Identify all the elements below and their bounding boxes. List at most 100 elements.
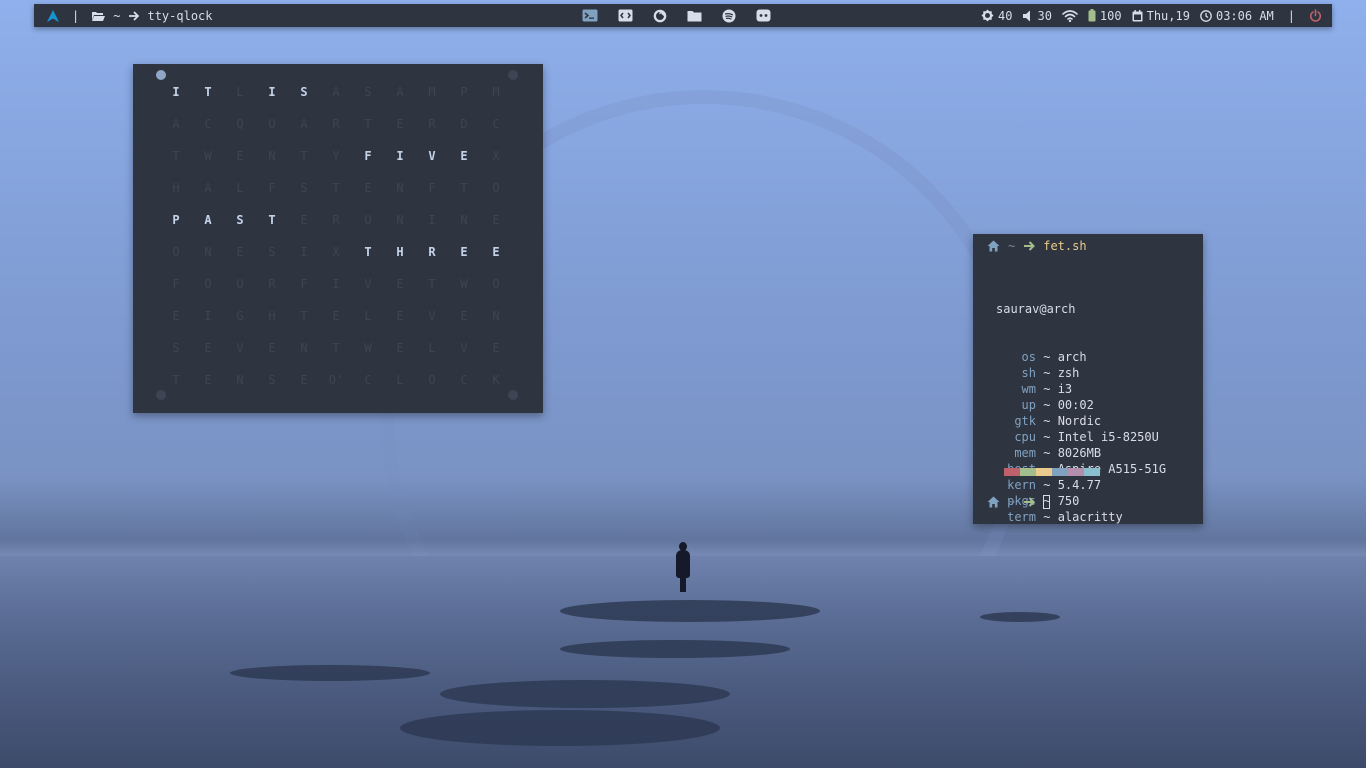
qlock-letter: S bbox=[300, 181, 308, 195]
qlock-letter: F bbox=[364, 149, 372, 163]
qlock-letter: L bbox=[364, 309, 372, 323]
qlock-letter: Q bbox=[236, 117, 244, 131]
qlock-letter: T bbox=[364, 117, 372, 131]
qlock-letter: E bbox=[492, 213, 500, 227]
firefox-icon[interactable] bbox=[653, 9, 667, 23]
qlock-letter: E bbox=[396, 341, 404, 355]
qlock-letter: C bbox=[364, 373, 372, 387]
fetch-separator: ~ bbox=[1043, 414, 1051, 428]
qlock-letter: A bbox=[300, 117, 308, 131]
clock-widget[interactable]: 03:06 AM bbox=[1200, 9, 1274, 23]
top-bar: | ~ tty-qlock 40 30 100 Thu,19 03:06 AM … bbox=[34, 4, 1332, 27]
qlock-window[interactable]: I T L I S A S A M P M A C Q U A R T E R D C T W E N T Y F I V E X H A L F S T E… bbox=[133, 64, 543, 413]
qlock-letter: T bbox=[332, 181, 340, 195]
discord-icon[interactable] bbox=[756, 9, 771, 22]
qlock-letter: H bbox=[396, 245, 404, 259]
qlock-letter: T bbox=[428, 277, 436, 291]
fetch-key: wm bbox=[1021, 382, 1036, 396]
wallpaper-rock bbox=[560, 600, 820, 622]
qlock-letter: E bbox=[460, 245, 468, 259]
qlock-letter: T bbox=[172, 373, 180, 387]
qlock-row: SEVENTWELVE bbox=[160, 332, 512, 364]
qlock-letter: V bbox=[364, 277, 372, 291]
qlock-letter: V bbox=[428, 149, 436, 163]
qlock-letter: L bbox=[396, 373, 404, 387]
qlock-letter: X bbox=[492, 149, 500, 163]
clock-icon bbox=[1200, 9, 1212, 22]
fetch-value: i3 bbox=[1057, 382, 1073, 396]
color-palette bbox=[1004, 468, 1100, 476]
qlock-letter: E bbox=[204, 373, 212, 387]
spotify-icon[interactable] bbox=[722, 9, 736, 23]
volume-widget[interactable]: 30 bbox=[1022, 9, 1052, 23]
fetch-value: 8026MB bbox=[1057, 446, 1102, 460]
qlock-letter: T bbox=[300, 149, 308, 163]
qlock-letter: M bbox=[428, 85, 436, 99]
qlock-letter: I bbox=[300, 245, 308, 259]
qlock-letter: O bbox=[492, 181, 500, 195]
calendar-icon bbox=[1132, 9, 1143, 22]
wallpaper-rock bbox=[440, 680, 730, 708]
qlock-letter: S bbox=[364, 85, 372, 99]
wifi-icon bbox=[1062, 9, 1078, 22]
wallpaper-rock bbox=[980, 612, 1060, 622]
power-icon[interactable] bbox=[1309, 9, 1322, 22]
wifi-widget[interactable] bbox=[1062, 9, 1078, 22]
qlock-letter: R bbox=[332, 213, 340, 227]
qlock-letter: A bbox=[396, 85, 404, 99]
qlock-letter: N bbox=[204, 245, 212, 259]
fetch-key: os bbox=[1021, 350, 1036, 364]
qlock-letter: E bbox=[364, 181, 372, 195]
palette-swatch bbox=[1068, 468, 1084, 476]
top-bar-left: | ~ tty-qlock bbox=[46, 4, 213, 27]
qlock-letter: I bbox=[204, 309, 212, 323]
qlock-letter: G bbox=[236, 309, 244, 323]
qlock-letter: T bbox=[204, 85, 212, 99]
fetch-separator: ~ bbox=[1043, 510, 1051, 524]
qlock-letter: I bbox=[268, 85, 276, 99]
qlock-letter: E bbox=[460, 149, 468, 163]
code-editor-icon[interactable] bbox=[618, 9, 633, 22]
wallpaper-figure bbox=[676, 542, 690, 592]
fetch-separator: ~ bbox=[1043, 446, 1051, 460]
brightness-widget[interactable]: 40 bbox=[981, 9, 1012, 23]
qlock-letter: S bbox=[172, 341, 180, 355]
qlock-letter: R bbox=[428, 245, 436, 259]
palette-swatch bbox=[1084, 468, 1100, 476]
fetch-separator: ~ bbox=[1043, 398, 1051, 412]
qlock-letter: E bbox=[396, 309, 404, 323]
qlock-letter: N bbox=[236, 373, 244, 387]
qlock-letter: H bbox=[268, 309, 276, 323]
qlock-letter: E bbox=[460, 309, 468, 323]
fetch-value: arch bbox=[1057, 350, 1087, 364]
qlock-letter: N bbox=[268, 149, 276, 163]
qlock-letter: U bbox=[236, 277, 244, 291]
qlock-letter: F bbox=[428, 181, 436, 195]
qlock-letter: Y bbox=[332, 149, 340, 163]
terminal-window[interactable]: ~ fet.sh saurav@arch os ~ arch sh ~ zsh wm… bbox=[973, 234, 1203, 524]
qlock-letter: E bbox=[396, 277, 404, 291]
qlock-letter: P bbox=[460, 85, 468, 99]
prompt-command: fet.sh bbox=[1043, 239, 1087, 253]
date-widget[interactable]: Thu,19 bbox=[1132, 9, 1190, 23]
home-icon bbox=[987, 496, 1000, 508]
qlock-letter: P bbox=[172, 213, 180, 227]
arch-logo-icon[interactable] bbox=[46, 9, 60, 23]
files-icon[interactable] bbox=[687, 10, 702, 22]
top-bar-apps bbox=[582, 4, 771, 27]
qlock-letter: E bbox=[300, 373, 308, 387]
separator: | bbox=[1287, 8, 1295, 23]
fetch-output: saurav@arch os ~ arch sh ~ zsh wm ~ i3 up ~… bbox=[996, 269, 1166, 525]
qlock-row: ACQUARTERDC bbox=[160, 108, 512, 140]
prompt-line-active[interactable]: ~ bbox=[987, 494, 1051, 510]
qlock-letter: E bbox=[492, 245, 500, 259]
qlock-letter: I bbox=[396, 149, 404, 163]
terminal-icon[interactable] bbox=[582, 9, 598, 22]
qlock-letter: K bbox=[492, 373, 500, 387]
qlock-letter: F bbox=[268, 181, 276, 195]
battery-widget[interactable]: 100 bbox=[1088, 9, 1122, 23]
home-icon bbox=[987, 240, 1000, 252]
qlock-letter: A bbox=[204, 181, 212, 195]
fetch-key: mem bbox=[1014, 446, 1036, 460]
date-value: Thu,19 bbox=[1146, 8, 1190, 23]
